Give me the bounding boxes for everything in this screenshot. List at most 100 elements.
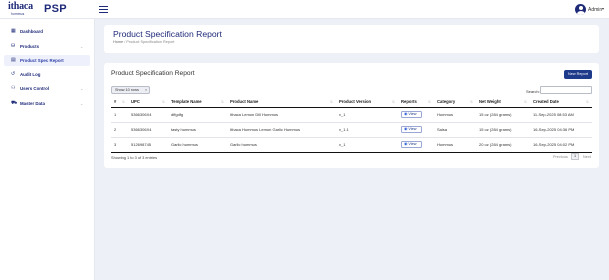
sort-icon: ⇅ [585, 100, 589, 104]
column-header-product-name[interactable]: Product Name ⇅ [227, 97, 336, 108]
chevron-down-icon: ⌄ [80, 44, 84, 49]
sidebar-item-products[interactable]: ⛁ Products ⌄ [4, 41, 90, 52]
cell-upc: 5366306X4 [128, 122, 168, 138]
breadcrumb: Home / Product Specification Report [113, 40, 174, 44]
cell-category: Salsa [434, 122, 476, 138]
pagination-page-1[interactable]: 1 [571, 153, 579, 160]
grid-icon: ▦ [11, 28, 16, 34]
cell-number: 3 [111, 137, 128, 153]
cell-reports: ◉View [398, 122, 434, 138]
column-header-label: Net Weight [479, 99, 501, 105]
cell-created-date: 16-Sep-2025 04:36 PM [530, 122, 592, 138]
history-icon: ↺ [11, 71, 16, 77]
user-menu-label[interactable]: Admin [588, 7, 602, 13]
search-label: Search: [526, 89, 540, 94]
eye-icon: ◉ [404, 142, 408, 146]
report-table: # ⇅ UPC ⇅ Template Name ⇅ Product Name ⇅ Pro… [111, 97, 592, 153]
column-header-label: Product Name [230, 99, 259, 105]
sidebar-item-label: Audit Log [20, 72, 41, 77]
table-row: 3 512698745 Garlic hummus Garlic hummus … [111, 137, 592, 153]
rows-per-page-value: Show 10 rows [115, 88, 139, 92]
cell-upc: 512698745 [128, 137, 168, 153]
logo-subtext: hummus [11, 12, 25, 16]
cell-product-name: Ithaca Lemon Dill Hummus [227, 107, 336, 123]
sidebar-item-audit-log[interactable]: ↺ Audit Log [4, 69, 90, 80]
sort-icon: ⇅ [121, 100, 125, 104]
column-header-category[interactable]: Category ⇅ [434, 97, 476, 108]
eye-icon: ◉ [404, 112, 408, 116]
rows-per-page-select[interactable]: Show 10 rows × [111, 86, 150, 94]
pagination-previous[interactable]: Previous [553, 155, 568, 159]
sidebar: ▦ Dashboard ⛁ Products ⌄ ▤ Product Spec … [0, 19, 95, 280]
sort-icon: ⇅ [391, 100, 395, 104]
eye-icon: ◉ [404, 127, 408, 131]
cell-created-date: 11-Sep-2025 08:53 AM [530, 107, 592, 123]
sidebar-item-label: Users Control [20, 86, 50, 91]
sidebar-item-master-data[interactable]: ⛟ Master Data ⌄ [4, 98, 90, 109]
view-button-label: View [408, 142, 417, 146]
sort-icon: ⇅ [523, 100, 527, 104]
column-header-label: Reports [401, 99, 417, 105]
cell-product-version: v_1 [336, 137, 398, 153]
report-card: Product Specification Report New Report … [104, 63, 599, 168]
table-row: 1 5366306X4 dffgdfg Ithaca Lemon Dill Hu… [111, 107, 592, 123]
sidebar-item-label: Dashboard [20, 29, 43, 34]
cell-template-name: tasty hummus [168, 122, 227, 138]
cell-reports: ◉View [398, 137, 434, 153]
menu-toggle-icon[interactable] [99, 6, 108, 13]
sidebar-item-label: Master Data [20, 101, 45, 106]
view-report-button[interactable]: ◉View [401, 141, 422, 148]
column-header-reports[interactable]: Reports ⇅ [398, 97, 434, 108]
view-report-button[interactable]: ◉View [401, 126, 422, 133]
sidebar-item-dashboard[interactable]: ▦ Dashboard [4, 26, 90, 37]
table-row: 2 5366306X4 tasty hummus Ithaca Hummus L… [111, 122, 592, 138]
cell-product-name: Garlic hummus [227, 137, 336, 153]
cell-reports: ◉View [398, 107, 434, 123]
cell-product-name: Ithaca Hummus Lemon Garlic Hummus [227, 122, 336, 138]
user-avatar-icon[interactable] [575, 4, 586, 15]
column-header-net-weight[interactable]: Net Weight ⇅ [476, 97, 530, 108]
document-icon: ▤ [11, 57, 16, 63]
column-header-label: UPC [131, 99, 140, 105]
column-header-product-version[interactable]: Product Version ⇅ [336, 97, 398, 108]
sidebar-item-product-spec-report[interactable]: ▤ Product Spec Report [4, 55, 90, 66]
caret-down-icon[interactable]: ▾ [602, 6, 604, 11]
pagination-next[interactable]: Next [583, 155, 591, 159]
search-input[interactable] [540, 86, 592, 94]
sidebar-item-label: Products [20, 44, 40, 49]
column-header-number[interactable]: # ⇅ [111, 97, 128, 108]
column-header-created-date[interactable]: Created Date ⇅ [530, 97, 592, 108]
chevron-down-icon: ⌄ [80, 101, 84, 106]
breadcrumb-home-link[interactable]: Home [113, 40, 123, 44]
sidebar-item-label: Product Spec Report [20, 58, 64, 63]
top-bar: ithaca hummus PSP Admin ▾ [0, 0, 609, 19]
column-header-upc[interactable]: UPC ⇅ [128, 97, 168, 108]
new-report-button[interactable]: New Report [564, 70, 592, 79]
sort-icon: ⇅ [220, 100, 224, 104]
page-header-card: Product Specification Report Home / Prod… [104, 25, 599, 53]
sort-icon: ⇅ [427, 100, 431, 104]
cell-net-weight: 15 oz (284 grams) [476, 122, 530, 138]
cell-net-weight: 20 oz (284 grams) [476, 137, 530, 153]
app-name: PSP [44, 3, 67, 15]
cell-created-date: 16-Sep-2025 04:02 PM [530, 137, 592, 153]
table-info: Showing 1 to 3 of 3 entries [111, 155, 158, 160]
cell-product-version: v_1 [336, 107, 398, 123]
cart-icon: ⛟ [11, 100, 18, 106]
sort-icon: ⇅ [161, 100, 165, 104]
sort-icon: ⇅ [329, 100, 333, 104]
sidebar-item-users-control[interactable]: ⚇ Users Control ⌄ [4, 83, 90, 94]
breadcrumb-current: Product Specification Report [126, 40, 175, 44]
cell-upc: 5366306X4 [128, 107, 168, 123]
column-header-template-name[interactable]: Template Name ⇅ [168, 97, 227, 108]
cell-template-name: Garlic hummus [168, 137, 227, 153]
cell-category: Hummus [434, 137, 476, 153]
column-header-label: Template Name [171, 99, 202, 105]
page-title: Product Specification Report [113, 29, 222, 39]
users-icon: ⚇ [11, 85, 16, 91]
clear-icon[interactable]: × [145, 87, 147, 93]
logo-text: ithaca [8, 1, 33, 12]
view-report-button[interactable]: ◉View [401, 111, 422, 118]
cell-template-name: dffgdfg [168, 107, 227, 123]
brand-logo[interactable]: ithaca hummus [8, 2, 36, 17]
